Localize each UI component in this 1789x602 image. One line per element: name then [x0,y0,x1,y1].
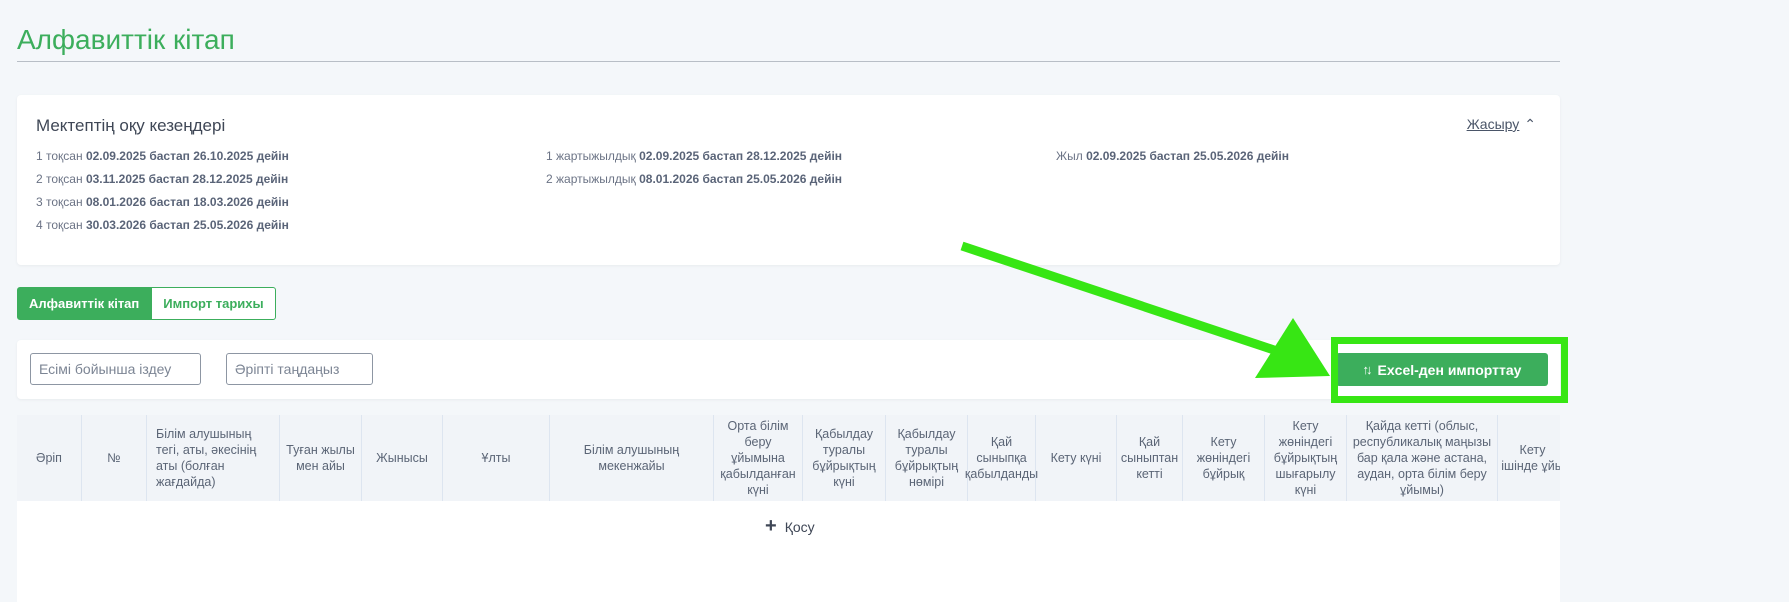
period-label: 1 тоқсан [36,149,83,163]
quarters-list: 1 тоқсан 02.09.2025 бастап 26.10.2025 де… [36,149,289,241]
period-item: Жыл 02.09.2025 бастап 25.05.2026 дейін [1056,149,1289,172]
students-table: Әріп № Білім алушының тегі, аты, әкесінің … [17,415,1560,602]
search-input[interactable]: Есімі бойынша іздеу [30,353,201,385]
period-range: 08.01.2026 бастап 25.05.2026 дейін [639,172,843,186]
column-header: Кету жөніндегі бұйрықтың шығарылу күні [1265,415,1347,501]
column-header: Әріп [17,415,82,501]
period-item: 3 тоқсан 08.01.2026 бастап 18.03.2026 де… [36,195,289,218]
column-header: Туған жылы мен айы [280,415,362,501]
plus-icon: + [765,515,777,537]
add-label: Қосу [784,518,815,535]
period-range: 03.11.2025 бастап 28.12.2025 дейін [85,172,289,186]
school-periods-card: Мектептің оқу кезеңдері Жасыру ⌃ 1 тоқсан… [17,95,1560,265]
tab-import-history[interactable]: Импорт тарихы [151,287,276,320]
period-range: 08.01.2026 бастап 18.03.2026 дейін [85,195,289,209]
period-range: 02.09.2025 бастап 26.10.2025 дейін [85,149,289,163]
page-title: Алфавиттік кітап [17,24,235,55]
column-header: Қабылдау туралы бұйрықтың нөмірі [886,415,968,501]
period-range: 02.09.2025 бастап 25.05.2026 дейін [1086,149,1289,163]
column-header: Білім алушының тегі, аты, әкесінің аты (… [147,415,280,501]
filters-bar: Есімі бойынша іздеу Әріпті таңдаңыз ↑↓ E… [17,340,1560,399]
hide-label: Жасыру [1466,116,1520,132]
column-header: Қай сыныптан кетті [1117,415,1183,501]
add-row-button[interactable]: + Қосу [765,515,815,538]
year-list: Жыл 02.09.2025 бастап 25.05.2026 дейін [1056,149,1289,172]
column-header: Кету жөніндегі бұйрық [1183,415,1265,501]
period-range: 02.09.2025 бастап 28.12.2025 дейін [639,149,843,163]
column-header: Қай сыныпқа қабылданды [965,415,1038,501]
column-header: Қайда кетті (облыс, республикалық маңызы… [1347,415,1498,501]
title-divider [17,61,1560,62]
period-item: 2 тоқсан 03.11.2025 бастап 28.12.2025 де… [36,172,289,195]
period-label: 2 тоқсан [36,172,83,186]
period-item: 1 жартыжылдық 02.09.2025 бастап 28.12.20… [546,149,842,172]
tab-alphabet-book[interactable]: Алфавиттік кітап [17,287,152,320]
period-range: 30.03.2026 бастап 25.05.2026 дейін [85,218,289,232]
column-header: Білім алушының мекенжайы [550,415,714,501]
column-header: Орта білім беру ұйымына қабылданған күні [714,415,803,501]
hide-toggle[interactable]: Жасыру ⌃ [1467,116,1536,133]
view-tabs: Алфавиттік кітап Импорт тарихы [17,287,276,320]
table-header: Әріп № Білім алушының тегі, аты, әкесінің … [17,415,1560,501]
period-label: 2 жартыжылдық [546,172,636,186]
column-header: Жынысы [362,415,443,501]
period-item: 1 тоқсан 02.09.2025 бастап 26.10.2025 де… [36,149,289,172]
column-header: Кету ішінде ұйы [1498,415,1560,501]
period-label: 3 тоқсан [36,195,83,209]
period-label: 1 жартыжылдық [546,149,636,163]
highlight-box [1331,337,1568,403]
letter-select[interactable]: Әріпті таңдаңыз [226,353,373,385]
halves-list: 1 жартыжылдық 02.09.2025 бастап 28.12.20… [546,149,842,195]
column-header: Кету күні [1036,415,1117,501]
period-label: 4 тоқсан [36,218,83,232]
period-item: 4 тоқсан 30.03.2026 бастап 25.05.2026 де… [36,218,289,241]
column-header: № [82,415,147,501]
period-item: 2 жартыжылдық 08.01.2026 бастап 25.05.20… [546,172,842,195]
column-header: Ұлты [443,415,550,501]
chevron-up-icon: ⌃ [1524,116,1536,132]
period-label: Жыл [1056,149,1083,163]
periods-title: Мектептің оқу кезеңдері [36,116,226,135]
column-header: Қабылдау туралы бұйрықтың күні [803,415,886,501]
